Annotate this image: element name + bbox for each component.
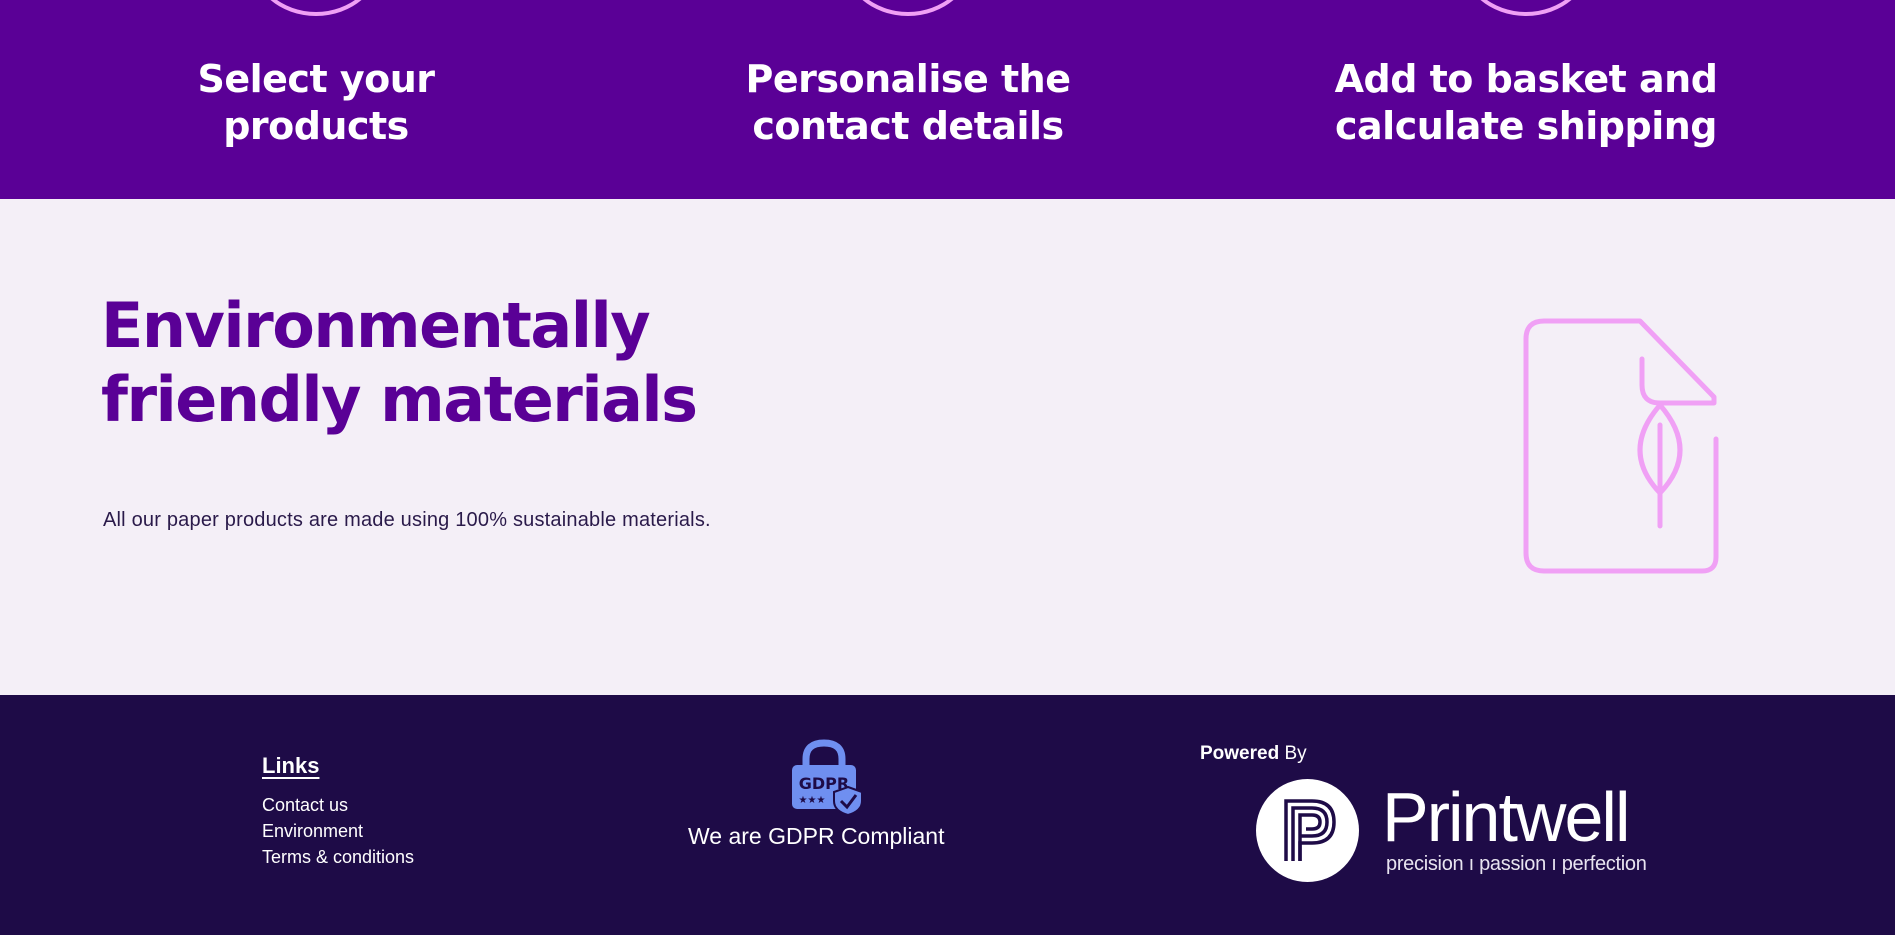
eco-document-icon bbox=[1523, 318, 1719, 574]
step-1-circle-icon bbox=[250, 0, 382, 16]
gdpr-lock-icon: GDPR ★★★ bbox=[792, 739, 863, 815]
step-1-line1: Select your bbox=[197, 57, 435, 101]
link-environment[interactable]: Environment bbox=[262, 821, 363, 842]
printwell-brand-name: Printwell bbox=[1382, 778, 1631, 856]
printwell-logo-icon bbox=[1256, 779, 1359, 882]
environment-section: Environmentally friendly materials All o… bbox=[0, 199, 1895, 695]
site-footer: Links Contact us Environment Terms & con… bbox=[0, 695, 1895, 935]
link-terms-conditions[interactable]: Terms & conditions bbox=[262, 847, 414, 868]
powered-label: Powered bbox=[1200, 743, 1280, 764]
step-3-circle-icon bbox=[1460, 0, 1592, 16]
powered-by-label: Powered By bbox=[1200, 743, 1307, 765]
environment-title-line1: Environmentally bbox=[101, 289, 651, 362]
step-3-title: Add to basket and calculate shipping bbox=[1316, 56, 1736, 150]
printwell-tagline: precision ı passion ı perfection bbox=[1386, 853, 1647, 875]
step-1-line2: products bbox=[223, 104, 409, 148]
by-label: By bbox=[1284, 743, 1307, 764]
environment-description: All our paper products are made using 10… bbox=[103, 509, 711, 531]
svg-text:★★★: ★★★ bbox=[799, 795, 826, 806]
step-2-line2: contact details bbox=[752, 104, 1064, 148]
step-1-title: Select your products bbox=[106, 56, 526, 150]
gdpr-compliance-text: We are GDPR Compliant bbox=[688, 823, 945, 849]
step-3-line1: Add to basket and bbox=[1334, 57, 1718, 101]
steps-section: Select your products Personalise the con… bbox=[0, 0, 1895, 199]
step-2-line1: Personalise the bbox=[745, 57, 1071, 101]
step-3-line2: calculate shipping bbox=[1335, 104, 1717, 148]
link-contact-us[interactable]: Contact us bbox=[262, 795, 348, 816]
step-2-title: Personalise the contact details bbox=[698, 56, 1118, 150]
links-heading: Links bbox=[262, 753, 320, 778]
step-2-circle-icon bbox=[842, 0, 974, 16]
environment-title-line2: friendly materials bbox=[101, 363, 698, 436]
environment-title: Environmentally friendly materials bbox=[101, 289, 741, 437]
